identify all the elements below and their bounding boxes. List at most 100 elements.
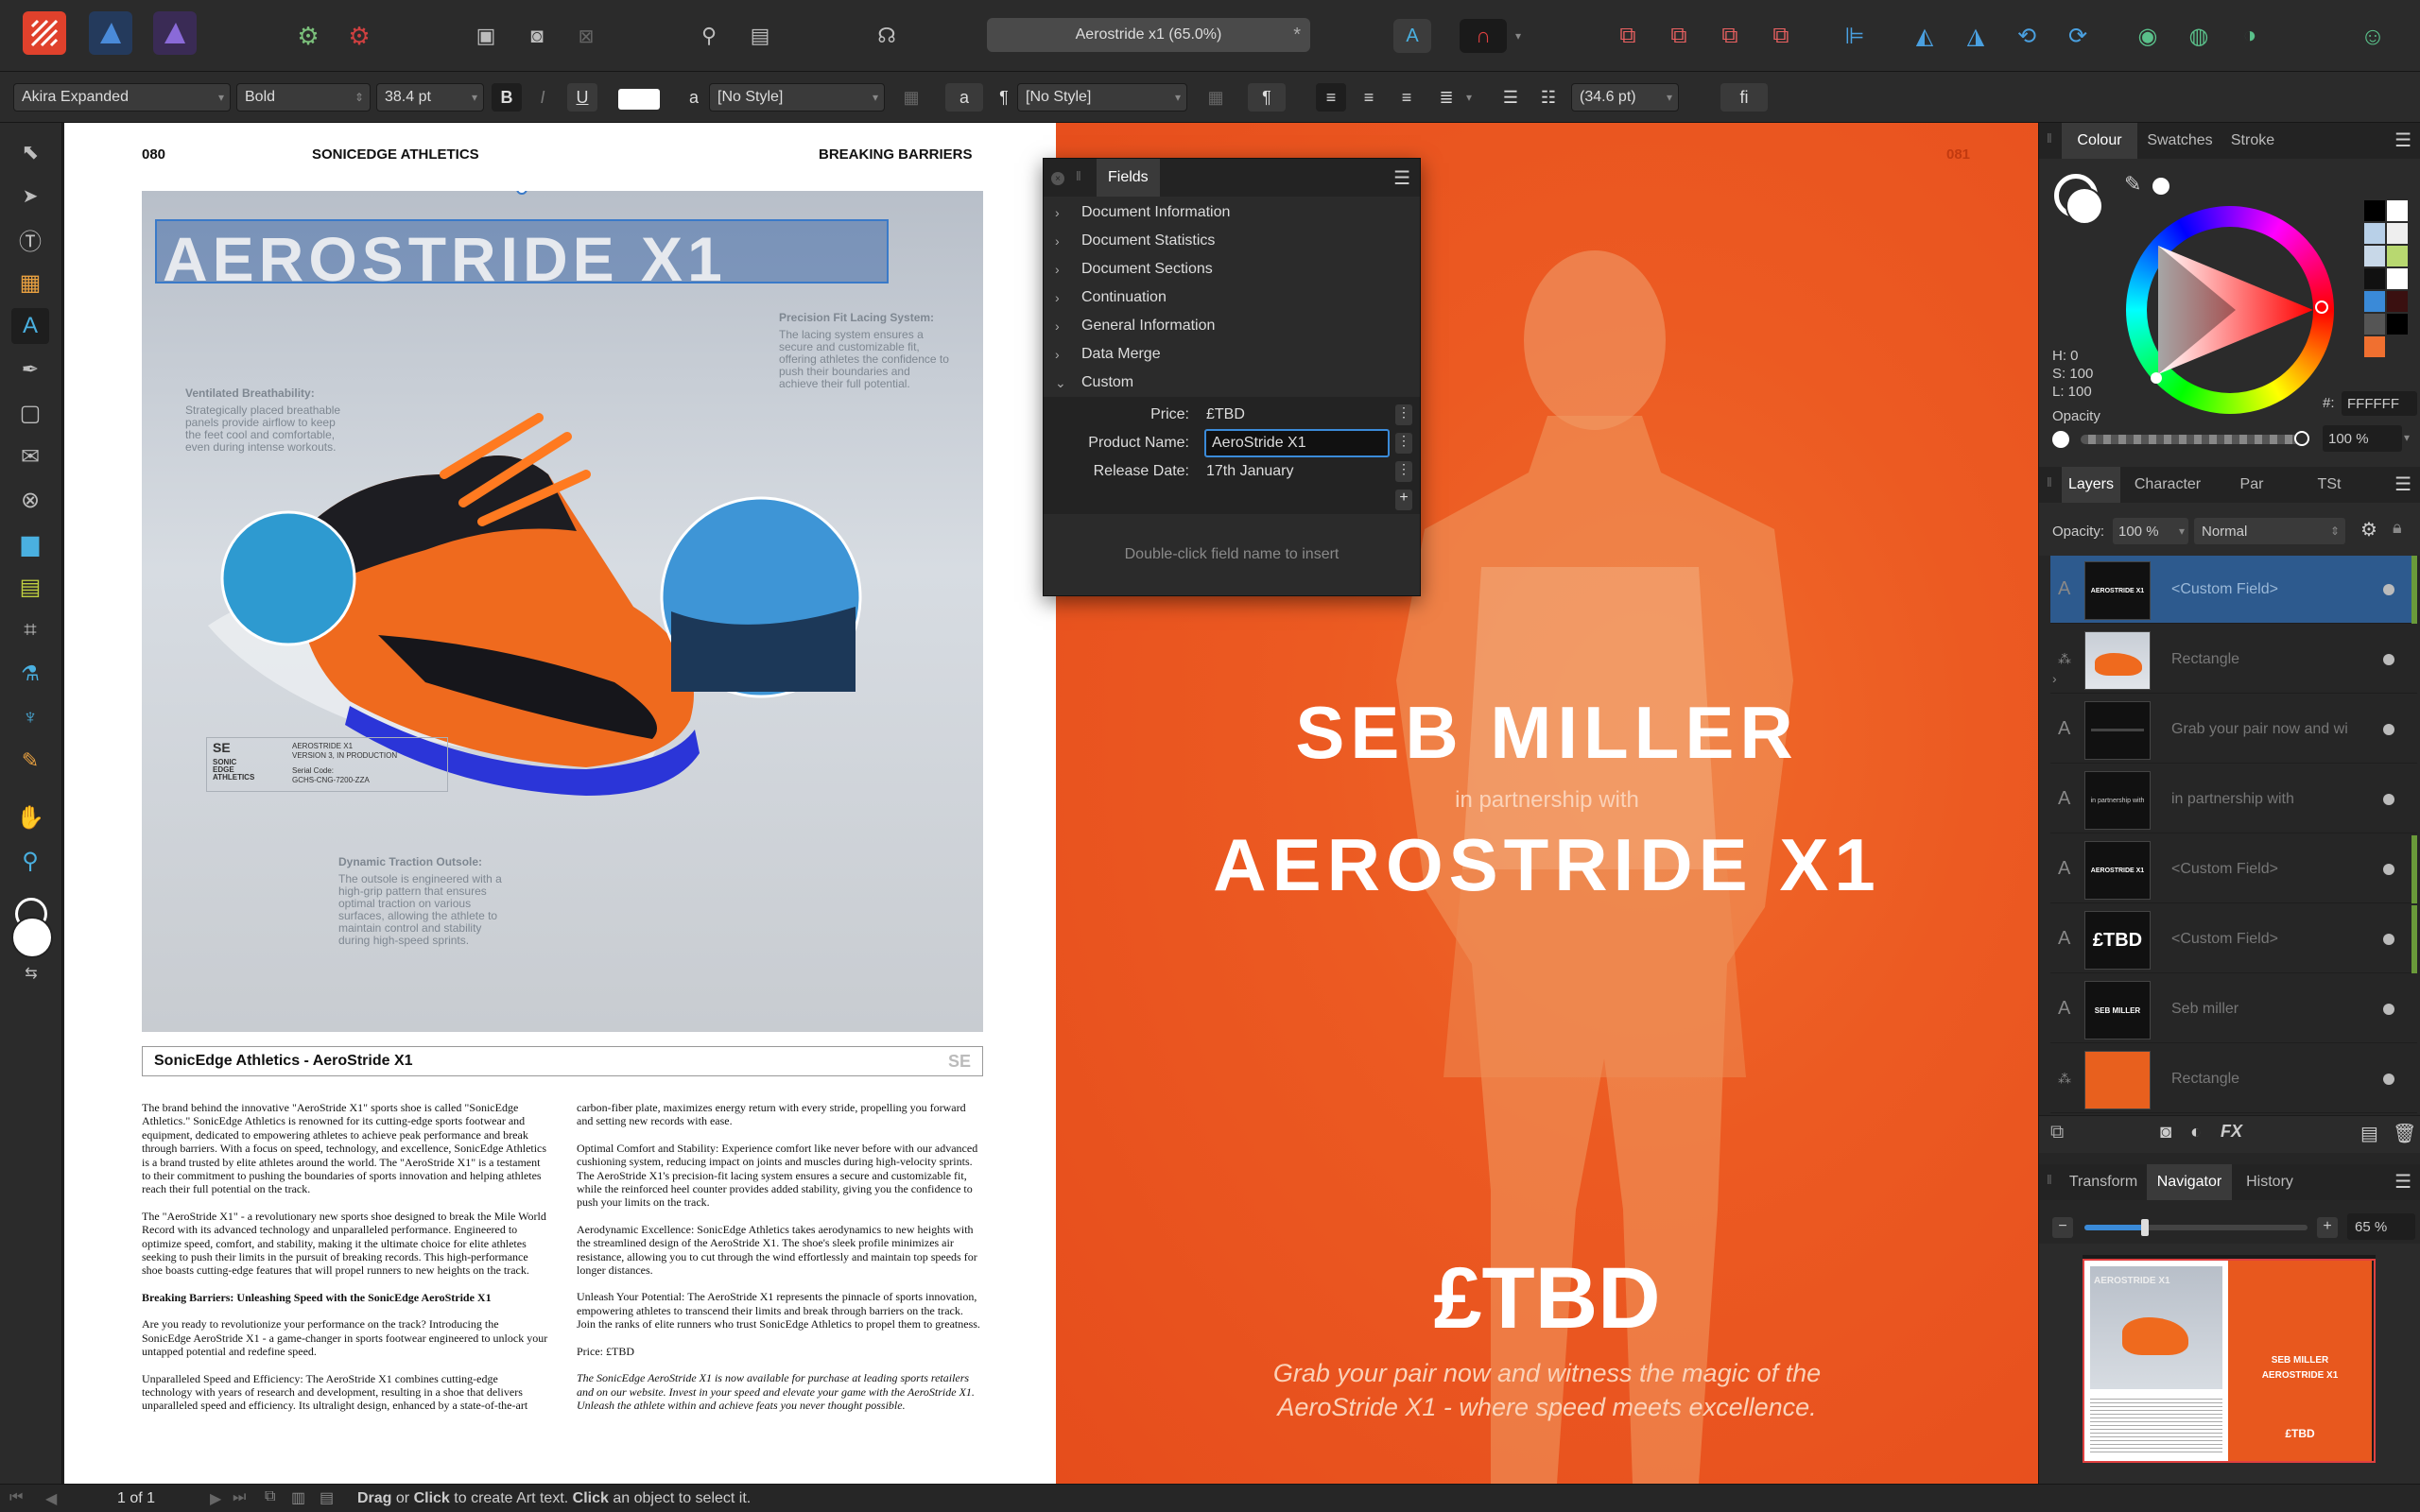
field-options-icon[interactable]: ⋮	[1395, 433, 1412, 454]
navigator-view-rect[interactable]	[2083, 1259, 2376, 1463]
adjustment-icon[interactable]: ◐	[2190, 1122, 2202, 1143]
layer-visibility-dot[interactable]	[2383, 1073, 2394, 1085]
picture-frame-tool-icon[interactable]: ✉	[11, 438, 49, 474]
bullet-list-icon[interactable]: ☰	[1495, 83, 1526, 112]
tab-swatches[interactable]: Swatches	[2139, 123, 2221, 159]
zoom-field[interactable]: 65 %	[2347, 1213, 2415, 1240]
close-panel-icon[interactable]: ×	[1051, 172, 1064, 185]
pin-icon[interactable]: ⚲	[690, 19, 728, 53]
layer-row[interactable]: A in partnership with in partnership wit…	[2050, 765, 2417, 833]
hex-field[interactable]: FFFFFF	[2342, 391, 2417, 416]
custom-field-price-value[interactable]: £TBD	[1206, 406, 1245, 423]
text-wrap-icon[interactable]: ▤	[741, 19, 779, 53]
colour-picker-tool-icon[interactable]: ✎	[11, 743, 49, 779]
tab-colour[interactable]: Colour	[2062, 123, 2137, 159]
paragraph-style-select[interactable]: [No Style] ▾	[1017, 83, 1187, 112]
font-weight-select[interactable]: Bold ⇕	[236, 83, 371, 112]
panel-menu-icon[interactable]: ☰	[2394, 1170, 2411, 1194]
move-tool-icon[interactable]: ⬉	[11, 134, 49, 170]
leading-field[interactable]: (34.6 pt) ▾	[1571, 83, 1679, 112]
product-name-heading[interactable]: AEROSTRIDE X1	[1056, 822, 2038, 908]
character-style-icon[interactable]: a	[683, 83, 705, 112]
image-tool-icon[interactable]: ▆	[11, 525, 49, 561]
field-options-icon[interactable]: ⋮	[1395, 404, 1412, 425]
colour-wheel[interactable]	[2126, 206, 2334, 414]
view-mode-clip-icon[interactable]: ⊠	[567, 19, 605, 53]
blend-mode-select[interactable]: Normal ⇕	[2194, 518, 2345, 544]
opacity-slider-handle[interactable]	[2294, 431, 2309, 446]
layer-row[interactable]: A SEB MILLER Seb miller	[2050, 975, 2417, 1043]
layer-visibility-dot[interactable]	[2383, 1003, 2394, 1015]
character-style-options-icon[interactable]: ▦	[896, 83, 926, 112]
swatch-white[interactable]	[2387, 200, 2408, 221]
colour-triangle[interactable]	[2147, 227, 2313, 393]
boolean-subtract-icon[interactable]: ◍	[2180, 19, 2218, 53]
layer-visibility-dot[interactable]	[2383, 653, 2394, 665]
panel-menu-icon[interactable]: ☰	[1393, 166, 1410, 190]
snapping-dropdown-chevron-icon[interactable]: ▾	[1509, 19, 1528, 53]
panel-menu-icon[interactable]: ☰	[2394, 472, 2411, 496]
layers-options-icon[interactable]: ⧉	[2050, 1122, 2064, 1143]
layer-row[interactable]: A £TBD <Custom Field>	[2050, 905, 2417, 973]
hero-product-image[interactable]: AEROSTRIDE X1 Ventilated Breathability: …	[142, 191, 983, 1032]
link-icon[interactable]: ☊	[868, 19, 906, 53]
fill-colour-well[interactable]	[11, 917, 53, 958]
swatch-orange[interactable]	[2364, 336, 2385, 357]
swatch-grey[interactable]	[2364, 314, 2385, 335]
add-mask-icon[interactable]: ◙	[2160, 1122, 2171, 1143]
layer-visibility-dot[interactable]	[2383, 583, 2394, 595]
field-category-general-information[interactable]: › General Information	[1044, 312, 1420, 340]
fill-tool-icon[interactable]: ⚗	[11, 656, 49, 692]
last-page-icon[interactable]: ⏭	[233, 1489, 246, 1506]
text-frame-tool-icon[interactable]: Ⓣ	[11, 221, 49, 257]
add-custom-field-button[interactable]: +	[1395, 490, 1412, 510]
custom-field-release-date-label[interactable]: Release Date:	[1044, 463, 1189, 480]
font-family-select[interactable]: Akira Expanded ▾	[13, 83, 231, 112]
italic-button[interactable]: I	[527, 83, 558, 112]
arrange-front-icon[interactable]: ⧉	[1762, 19, 1800, 53]
panel-grip-icon[interactable]: ‖	[1076, 168, 1081, 183]
rotate-right-icon[interactable]: ⟳	[2059, 19, 2097, 53]
flip-horizontal-icon[interactable]: ◭	[1906, 19, 1944, 53]
prev-page-icon[interactable]: ◀	[45, 1489, 57, 1508]
layer-row[interactable]: ⁂ › Rectangle	[2050, 626, 2417, 694]
eyedropper-swatch[interactable]	[2152, 178, 2169, 195]
swatch-white-3[interactable]	[2387, 268, 2408, 289]
numbered-list-icon[interactable]: ☷	[1533, 83, 1564, 112]
zoom-slider-handle[interactable]	[2141, 1219, 2149, 1236]
user-account-icon[interactable]: ☺	[2354, 19, 2392, 53]
flip-vertical-icon[interactable]: ◮	[1957, 19, 1995, 53]
layer-visibility-dot[interactable]	[2383, 863, 2394, 875]
document-info-icon[interactable]: ▤	[320, 1488, 334, 1507]
layer-visibility-dot[interactable]	[2383, 723, 2394, 735]
justify-icon[interactable]: ≣	[1431, 83, 1461, 112]
eyedropper-icon[interactable]: ✎	[2124, 172, 2141, 197]
designer-persona-icon[interactable]	[89, 11, 132, 55]
layer-row[interactable]: A Grab your pair now and wi	[2050, 696, 2417, 764]
tab-character[interactable]: Character	[2122, 467, 2213, 503]
hand-tool-icon[interactable]: ✋	[11, 799, 49, 835]
swatch-dark-red[interactable]	[2387, 291, 2408, 312]
tab-text-styles[interactable]: TSt	[2296, 467, 2362, 503]
layer-row[interactable]: ⁂ Rectangle	[2050, 1045, 2417, 1113]
fill-well[interactable]	[2066, 187, 2103, 225]
place-tool-icon[interactable]: ▤	[11, 569, 49, 605]
page-options-icon[interactable]: ▥	[291, 1488, 305, 1507]
panel-grip-icon[interactable]: ‖	[2047, 1172, 2052, 1187]
fill-stroke-wells[interactable]	[2054, 174, 2111, 231]
paragraph-style-options-icon[interactable]: ▦	[1201, 83, 1231, 112]
arrange-back-icon[interactable]: ⧉	[1609, 19, 1647, 53]
table-tool-icon[interactable]: ▦	[11, 265, 49, 301]
next-page-icon[interactable]: ▶	[210, 1489, 221, 1508]
text-colour-swatch[interactable]	[618, 89, 660, 110]
value-marker[interactable]	[2151, 372, 2162, 384]
ellipse-frame-tool-icon[interactable]: ⊗	[11, 482, 49, 518]
layer-visibility-dot[interactable]	[2383, 793, 2394, 805]
node-tool-icon[interactable]: ➤	[11, 178, 49, 214]
swatch-black[interactable]	[2364, 200, 2385, 221]
align-left-icon[interactable]: ≡	[1316, 83, 1346, 112]
zoom-slider-track[interactable]	[2084, 1225, 2308, 1230]
zoom-in-button[interactable]: +	[2317, 1217, 2338, 1238]
text-frame-icon[interactable]: A	[1393, 19, 1431, 53]
panel-menu-icon[interactable]: ☰	[2394, 129, 2411, 152]
